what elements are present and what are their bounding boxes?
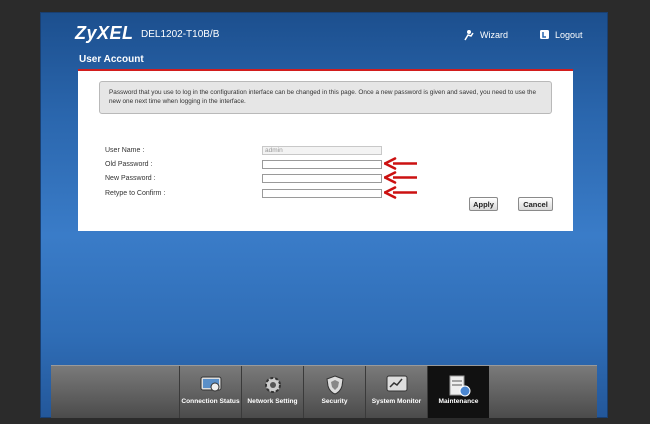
- nav-label: Network Setting: [247, 398, 298, 405]
- connection-status-icon: [200, 375, 222, 398]
- router-ui-frame: ZyXEL DEL1202-T10B/B Wizard Logout User …: [40, 12, 608, 418]
- new-password-field[interactable]: [262, 174, 382, 183]
- page-title: User Account: [79, 54, 144, 65]
- nav-label: Connection Status: [181, 398, 240, 405]
- monitor-chart-icon: [386, 375, 408, 398]
- brand-logo: ZyXEL: [75, 23, 134, 43]
- header: ZyXEL DEL1202-T10B/B Wizard Logout: [41, 13, 607, 51]
- wizard-icon: [463, 29, 475, 41]
- gear-icon: [263, 375, 283, 400]
- new-password-label: New Password :: [105, 175, 156, 182]
- page-title-bar: User Account: [78, 52, 573, 71]
- username-label: User Name :: [105, 147, 145, 154]
- logout-button[interactable]: Logout: [539, 29, 583, 40]
- nav-label: Security: [321, 398, 348, 405]
- nav-maintenance[interactable]: Maintenance: [427, 366, 489, 418]
- logout-label: Logout: [555, 29, 583, 40]
- old-password-field[interactable]: [262, 160, 382, 169]
- shield-icon: [325, 375, 344, 400]
- model-name: DEL1202-T10B/B: [141, 29, 220, 40]
- bottom-nav: Connection Status Network Setting Securi…: [51, 365, 597, 418]
- retype-password-label: Retype to Confirm :: [105, 190, 166, 197]
- red-arrow-icon: [384, 186, 417, 199]
- nav-system-monitor[interactable]: System Monitor: [365, 366, 427, 418]
- content-panel: Password that you use to log in the conf…: [78, 71, 573, 231]
- wizard-button[interactable]: Wizard: [463, 29, 508, 41]
- wizard-label: Wizard: [480, 30, 509, 40]
- old-password-label: Old Password :: [105, 161, 153, 168]
- info-notice: Password that you use to log in the conf…: [99, 81, 552, 114]
- nav-label: Maintenance: [438, 398, 479, 405]
- logout-icon: [539, 29, 550, 40]
- retype-password-field[interactable]: [262, 189, 382, 198]
- apply-button[interactable]: Apply: [469, 197, 498, 211]
- username-field: admin: [262, 146, 382, 155]
- nav-security[interactable]: Security: [303, 366, 365, 418]
- nav-connection-status[interactable]: Connection Status: [179, 366, 241, 418]
- nav-network-setting[interactable]: Network Setting: [241, 366, 303, 418]
- red-arrow-icon: [384, 171, 417, 184]
- cancel-button[interactable]: Cancel: [518, 197, 553, 211]
- red-arrow-icon: [384, 157, 417, 170]
- nav-label: System Monitor: [371, 398, 422, 405]
